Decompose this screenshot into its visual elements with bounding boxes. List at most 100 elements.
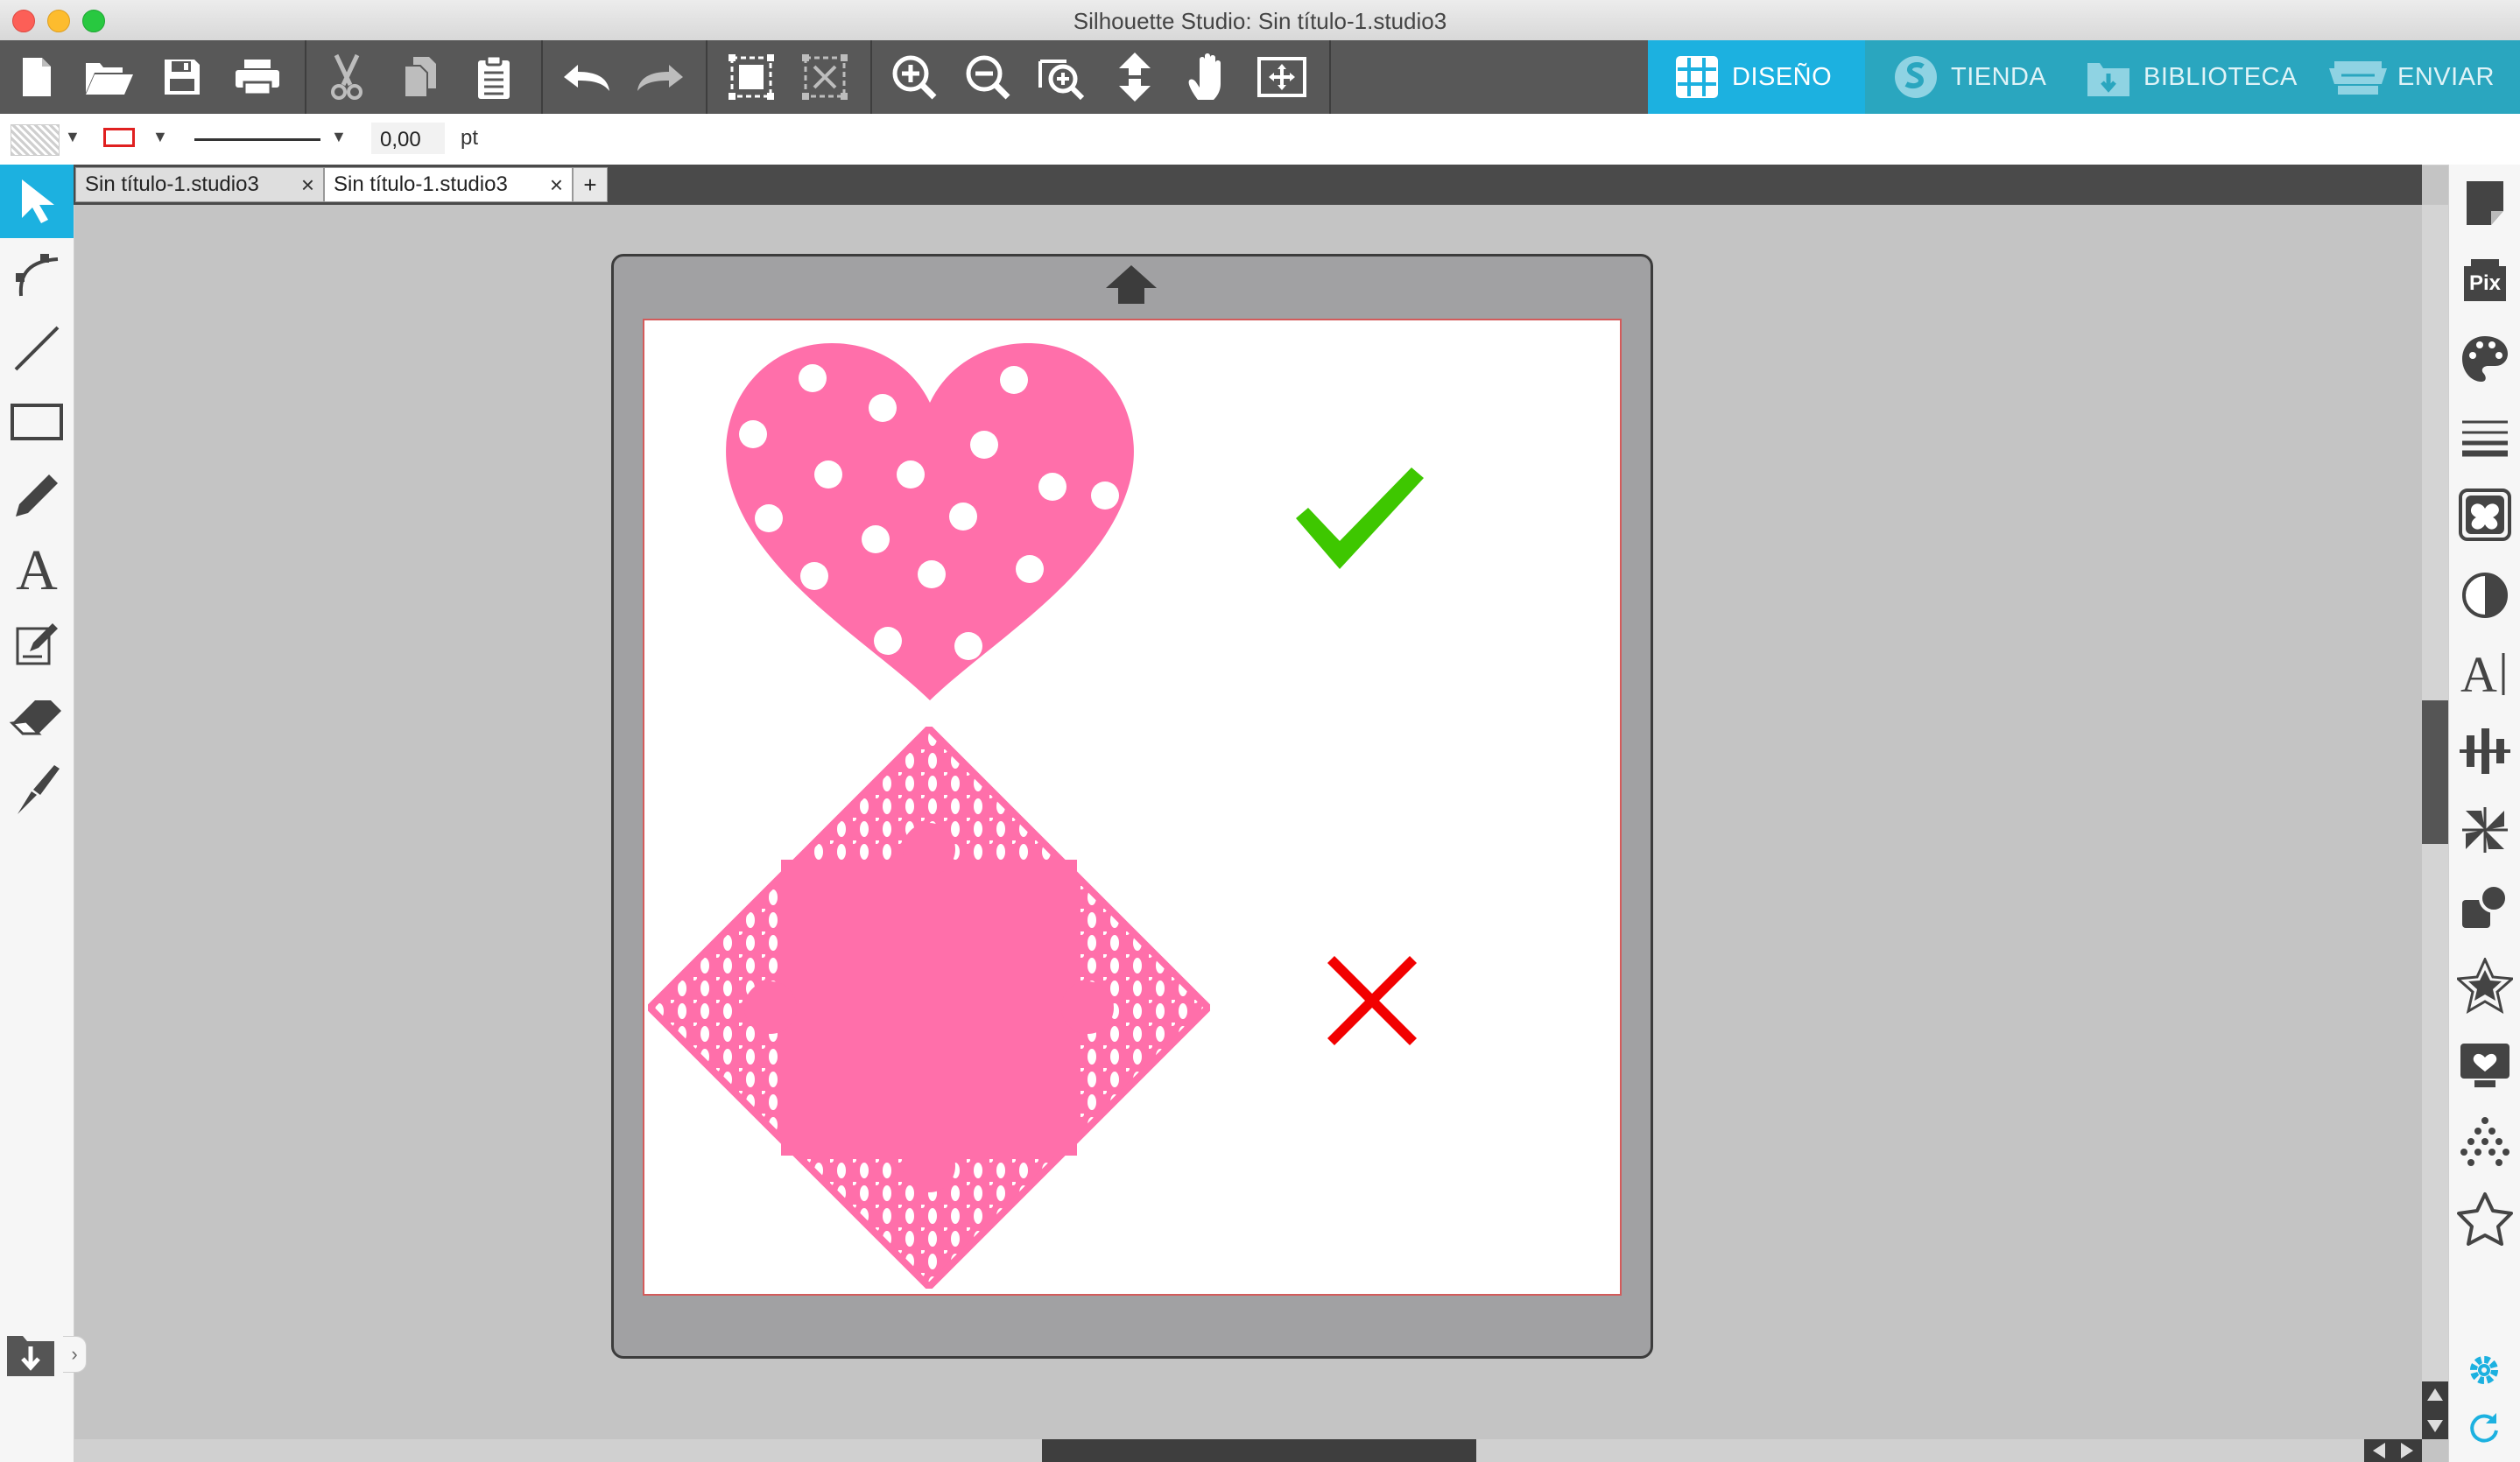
point-edit-tool-button[interactable]	[0, 238, 74, 312]
save-icon	[165, 60, 200, 95]
zoom-select-icon	[1038, 60, 1085, 101]
rectangle-tool-icon	[11, 404, 63, 440]
text-style-icon: A	[2460, 646, 2505, 699]
replicate-button[interactable]	[2449, 795, 2520, 865]
text-style-button[interactable]: A	[2449, 637, 2520, 707]
tab-store[interactable]: TIENDA	[1865, 40, 2086, 114]
print-button[interactable]	[221, 40, 294, 114]
sketch-tool-icon	[16, 623, 58, 665]
offset-button[interactable]	[2449, 951, 2520, 1021]
eraser-tool-button[interactable]	[0, 679, 74, 753]
vertical-scrollbar[interactable]	[2422, 205, 2448, 1439]
close-tab-icon[interactable]: ×	[550, 172, 563, 199]
save-button[interactable]	[145, 40, 219, 114]
refresh-icon	[2470, 1413, 2498, 1443]
modify-button[interactable]	[2449, 872, 2520, 942]
fill-dropdown-arrow-icon[interactable]: ▼	[65, 128, 81, 146]
main-toolbar: DISEÑO TIENDA BIBLIOTECA ENVIAR	[0, 40, 2520, 114]
hand-tool-button[interactable]	[1172, 40, 1245, 114]
line-style-preview[interactable]	[194, 138, 320, 141]
library-panel-icon	[7, 1336, 54, 1376]
group-icon	[729, 54, 774, 100]
contrast-button[interactable]	[2449, 560, 2520, 630]
knife-tool-button[interactable]	[0, 753, 74, 826]
zoom-in-button[interactable]	[877, 40, 951, 114]
sketch-tool-button[interactable]	[0, 606, 74, 679]
open-folder-icon	[86, 63, 133, 95]
page-setup-button[interactable]	[2449, 168, 2520, 238]
fit-to-page-button[interactable]	[1245, 40, 1319, 114]
horizontal-scroll-thumb[interactable]	[1042, 1439, 1476, 1462]
copy-button[interactable]	[384, 40, 457, 114]
page-setup-icon	[2467, 181, 2503, 225]
undo-button[interactable]	[550, 40, 623, 114]
zoom-in-icon	[892, 55, 937, 100]
tab-library[interactable]: BIBLIOTECA	[2086, 40, 2320, 114]
new-tab-button[interactable]: +	[573, 167, 608, 202]
favorites-button[interactable]	[2449, 1184, 2520, 1254]
contrast-icon	[2462, 573, 2508, 618]
tab-document-1-label: Sin título-1.studio3	[85, 172, 259, 196]
paste-button[interactable]	[457, 40, 531, 114]
pencil-tool-button[interactable]	[0, 459, 74, 532]
ungroup-button[interactable]	[788, 40, 862, 114]
rectangle-tool-button[interactable]	[0, 385, 74, 459]
paste-icon	[478, 54, 510, 99]
trace-icon	[2459, 489, 2511, 541]
text-tool-icon: A	[16, 542, 58, 596]
trace-button[interactable]	[2449, 480, 2520, 550]
tab-document-2[interactable]: Sin título-1.studio3 ×	[324, 167, 573, 202]
line-color-dropdown-arrow-icon[interactable]: ▼	[152, 128, 168, 146]
design-grid-icon	[1674, 54, 1720, 100]
vertical-scroll-thumb[interactable]	[2422, 700, 2448, 844]
pan-move-button[interactable]	[1098, 40, 1172, 114]
tab-document-2-label: Sin título-1.studio3	[334, 172, 508, 196]
replicate-icon	[2462, 807, 2508, 853]
tab-library-label: BIBLIOTECA	[2143, 62, 2298, 91]
group-button[interactable]	[714, 40, 788, 114]
settings-gear-icon	[2470, 1356, 2498, 1384]
settings-button[interactable]	[2463, 1345, 2505, 1395]
text-tool-button[interactable]: A	[0, 532, 74, 606]
library-download-icon	[2086, 54, 2131, 100]
lace-diamond[interactable]	[648, 727, 1210, 1289]
feed-direction-arrow-icon	[1106, 265, 1157, 304]
line-width-input[interactable]: 0,00	[371, 123, 445, 154]
line-width-unit: pt	[461, 126, 479, 150]
zoom-select-button[interactable]	[1024, 40, 1098, 114]
design-store-button[interactable]	[2449, 1030, 2520, 1100]
hand-icon	[1188, 53, 1221, 100]
ungroup-icon	[802, 54, 848, 100]
select-tool-button[interactable]	[0, 165, 74, 238]
tab-send-label: ENVIAR	[2397, 62, 2495, 91]
zoom-out-button[interactable]	[951, 40, 1024, 114]
close-tab-icon[interactable]: ×	[301, 172, 314, 199]
open-button[interactable]	[72, 40, 145, 114]
polka-dot-heart[interactable]	[722, 340, 1138, 707]
cross-mark-icon	[1327, 956, 1417, 1045]
library-panel-toggle[interactable]	[0, 1322, 61, 1387]
cut-button[interactable]	[310, 40, 384, 114]
vertical-scroll-arrows[interactable]	[2422, 1381, 2448, 1439]
copy-icon	[404, 57, 436, 98]
tab-design[interactable]: DISEÑO	[1648, 40, 1865, 114]
line-tool-button[interactable]	[0, 312, 74, 385]
line-style-dropdown-arrow-icon[interactable]: ▼	[331, 128, 347, 146]
fill-color-button[interactable]	[2449, 324, 2520, 394]
horizontal-scroll-arrows[interactable]	[2364, 1439, 2422, 1462]
new-document-button[interactable]	[0, 40, 74, 114]
tab-document-1[interactable]: Sin título-1.studio3 ×	[75, 167, 324, 202]
horizontal-scrollbar[interactable]	[74, 1439, 2422, 1462]
left-toolbar: A ›	[0, 165, 87, 1462]
line-style-button[interactable]	[2449, 403, 2520, 473]
fill-color-icon	[2462, 336, 2508, 382]
refresh-button[interactable]	[2463, 1401, 2505, 1453]
fill-pattern-swatch[interactable]	[11, 124, 60, 156]
expand-panel-chevron-icon[interactable]: ›	[63, 1336, 87, 1373]
line-color-swatch[interactable]	[103, 128, 135, 147]
align-button[interactable]	[2449, 716, 2520, 786]
rhinestone-button[interactable]	[2449, 1107, 2520, 1177]
pixscan-button[interactable]: Pix	[2449, 245, 2520, 315]
tab-send[interactable]: ENVIAR	[2320, 40, 2520, 114]
redo-button[interactable]	[623, 40, 697, 114]
